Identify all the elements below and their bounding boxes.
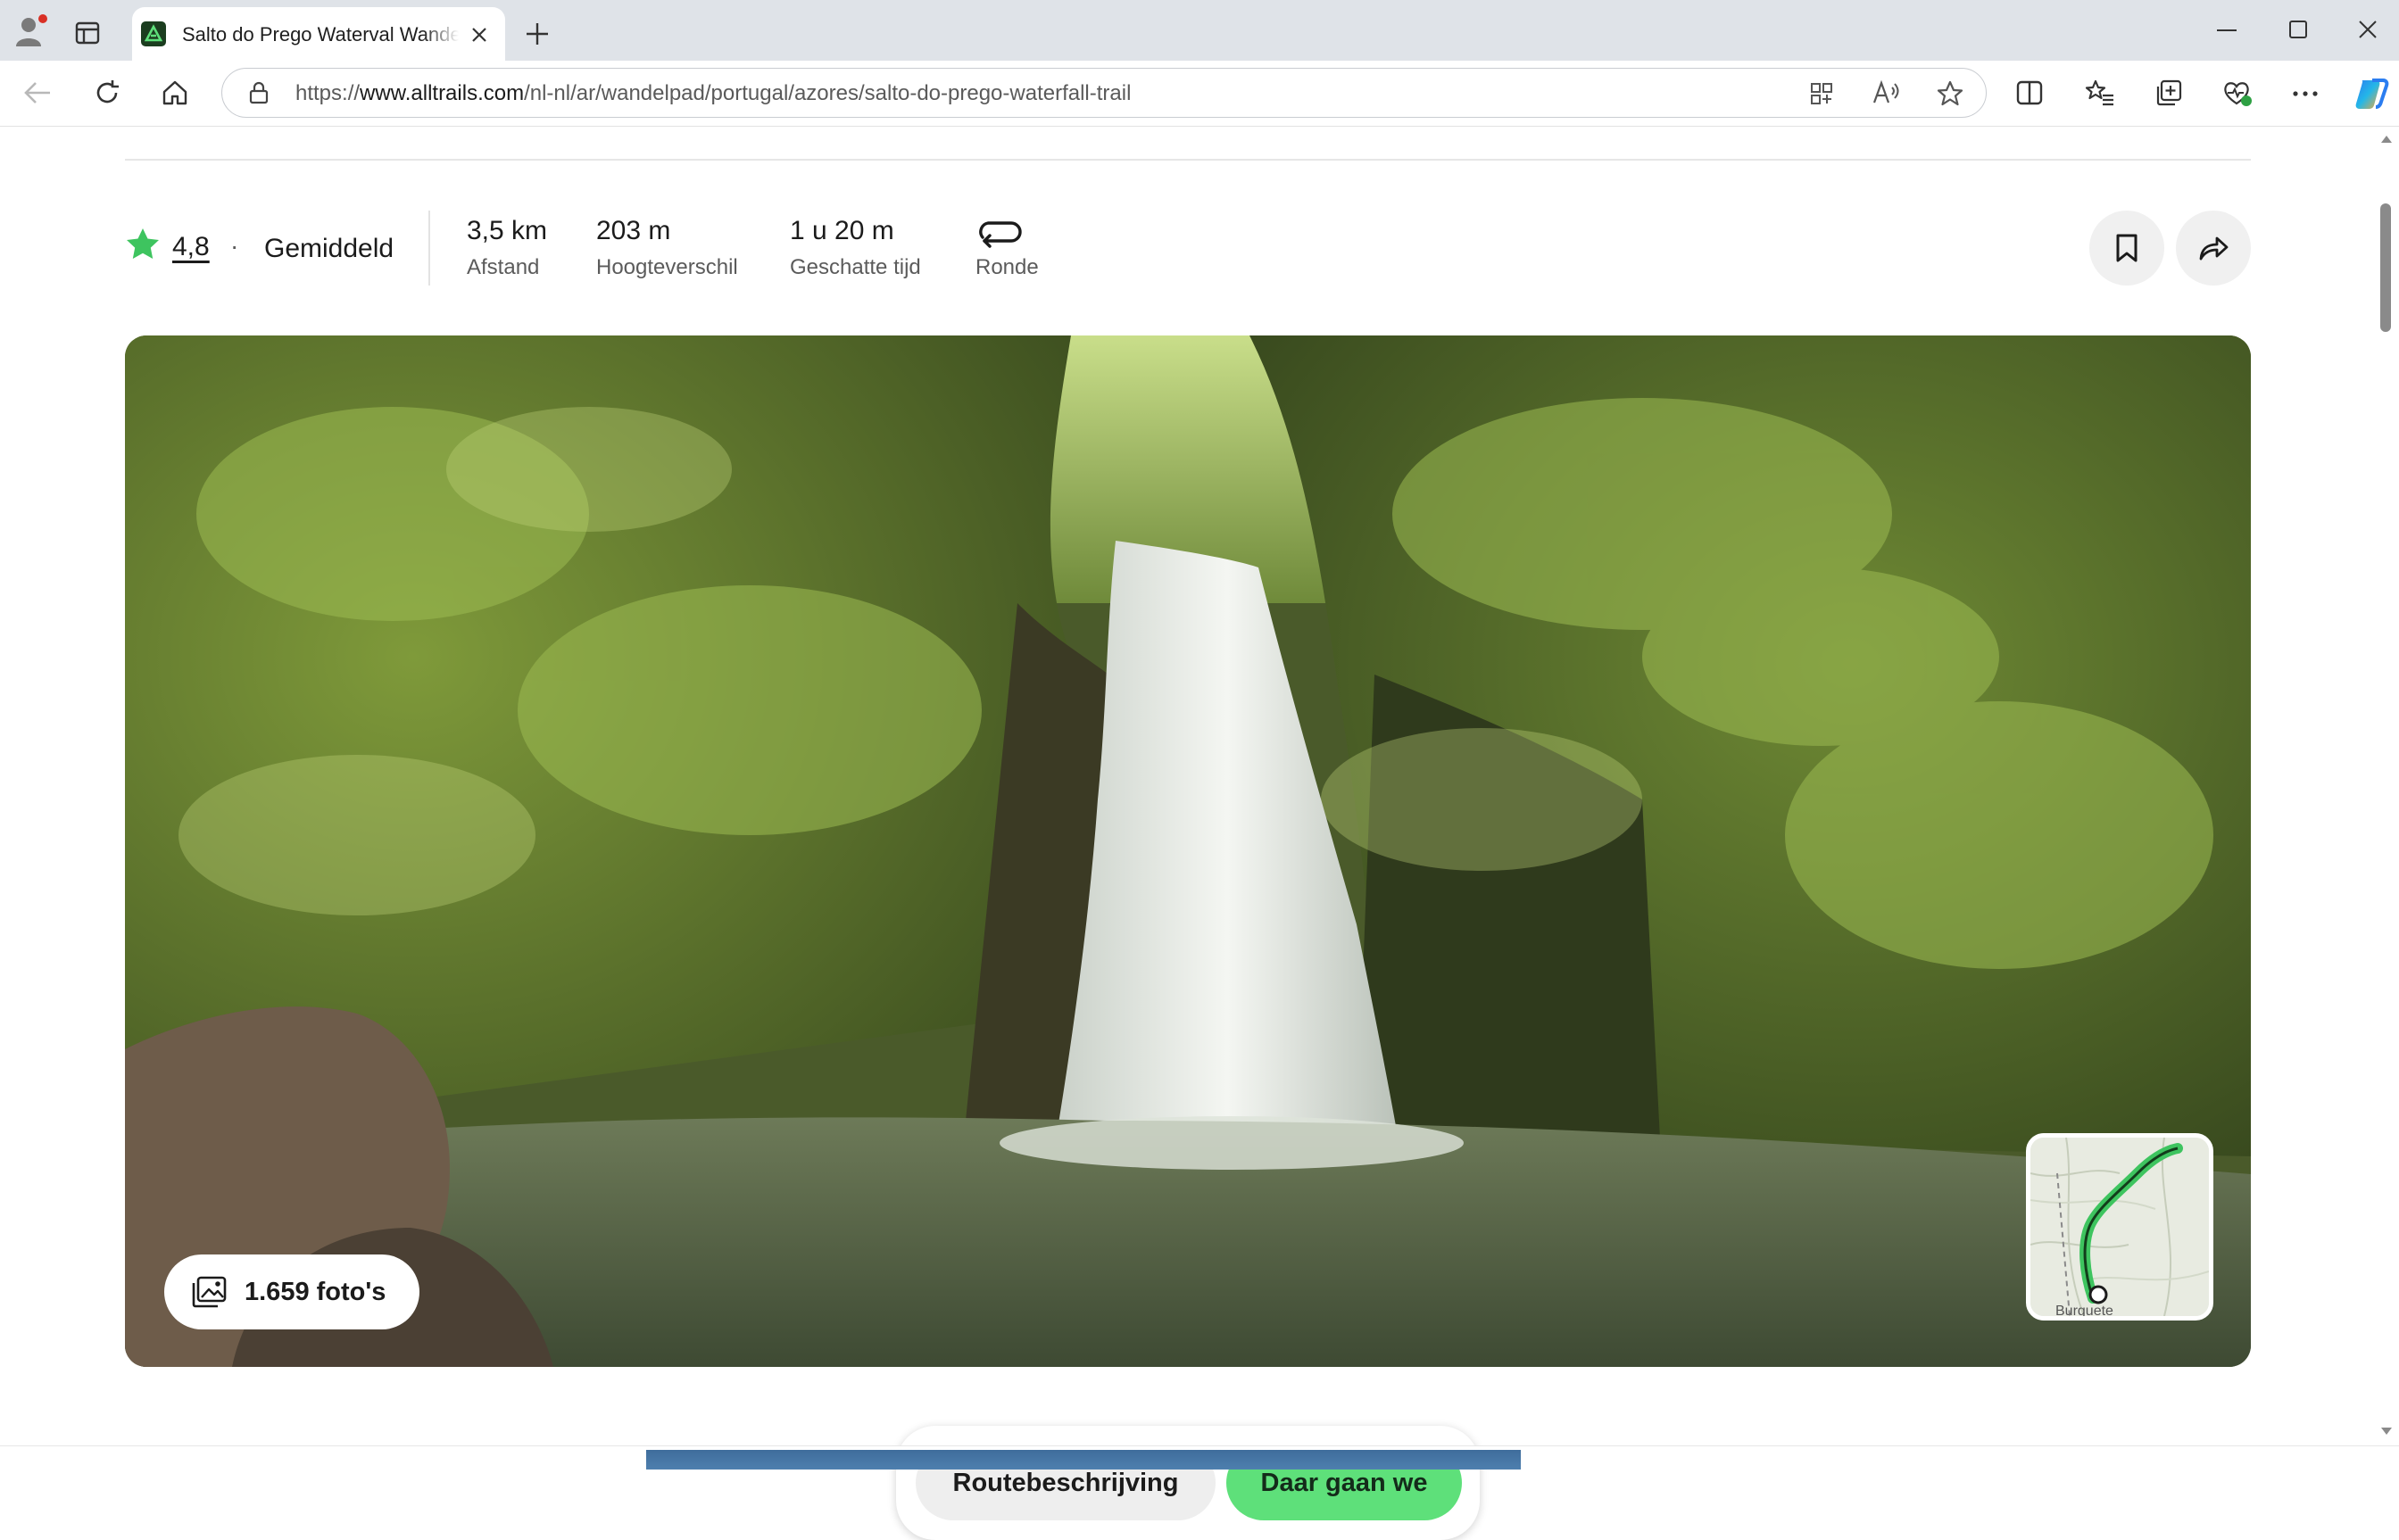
url-protocol: https://	[295, 81, 361, 105]
trail-hero-photo[interactable]: 1.659 foto's Burguete	[125, 335, 2251, 1367]
next-section-peek	[0, 1445, 2399, 1470]
home-icon[interactable]	[161, 79, 189, 107]
close-window-icon[interactable]	[2358, 20, 2378, 39]
favorite-star-icon[interactable]	[1936, 79, 1964, 108]
scroll-up-icon[interactable]	[2381, 136, 2392, 143]
favorites-icon[interactable]	[2085, 79, 2115, 107]
next-section-image	[646, 1450, 1521, 1470]
share-button[interactable]	[2176, 211, 2251, 286]
new-tab-icon[interactable]	[525, 21, 550, 46]
distance-label: Afstand	[467, 255, 540, 279]
photos-button[interactable]: 1.659 foto's	[164, 1254, 419, 1329]
url-path: /nl-nl/ar/wandelpad/portugal/azores/salt…	[524, 81, 1132, 105]
time-value: 1 u 20 m	[790, 216, 894, 245]
read-aloud-icon[interactable]	[1872, 79, 1900, 106]
elevation-value: 203 m	[596, 216, 671, 245]
more-icon[interactable]	[2292, 91, 2319, 96]
stats-divider	[428, 211, 430, 286]
rating-separator: ·	[230, 232, 239, 260]
profile-icon[interactable]	[12, 12, 48, 48]
url-text[interactable]: https://www.alltrails.com/nl-nl/ar/wande…	[295, 81, 1131, 106]
image-gallery-icon	[191, 1276, 227, 1308]
loop-route-icon	[975, 219, 1024, 248]
photos-count-label: 1.659 foto's	[245, 1277, 386, 1306]
scroll-thumb[interactable]	[2380, 203, 2391, 332]
active-tab[interactable]: Salto do Prego Waterval Wandelroute	[132, 7, 505, 62]
elevation-label: Hoogteverschil	[596, 255, 738, 279]
address-bar[interactable]: https://www.alltrails.com/nl-nl/ar/wande…	[221, 68, 1987, 118]
distance-value: 3,5 km	[467, 216, 548, 245]
alltrails-favicon-icon	[141, 21, 166, 46]
page-content: 4,8 · Gemiddeld 3,5 km Afstand 203 m Hoo…	[0, 127, 2399, 1540]
scroll-down-icon[interactable]	[2381, 1428, 2392, 1435]
lock-icon[interactable]	[249, 81, 269, 104]
apps-icon[interactable]	[1809, 81, 1834, 106]
browser-essentials-icon[interactable]	[2222, 79, 2253, 107]
rating-value[interactable]: 4,8	[172, 232, 210, 262]
split-screen-icon[interactable]	[2015, 79, 2044, 107]
divider	[125, 159, 2251, 161]
waterfall-photo	[125, 335, 2251, 1367]
difficulty-label: Gemiddeld	[264, 234, 394, 263]
route-type-label: Ronde	[975, 255, 1039, 279]
refresh-icon[interactable]	[93, 79, 121, 107]
minimize-icon[interactable]	[2217, 29, 2237, 32]
share-arrow-icon	[2197, 235, 2229, 261]
browser-toolbar: https://www.alltrails.com/nl-nl/ar/wande…	[0, 61, 2399, 127]
close-tab-icon[interactable]	[471, 27, 487, 43]
minimap-place-label: Burguete	[2055, 1304, 2113, 1319]
tab-strip: Salto do Prego Waterval Wandelroute	[0, 0, 2399, 62]
bookmark-icon	[2114, 233, 2139, 263]
time-label: Geschatte tijd	[790, 255, 921, 279]
tab-title: Salto do Prego Waterval Wandelroute	[182, 23, 459, 46]
collections-icon[interactable]	[2154, 79, 2183, 107]
tab-actions-icon[interactable]	[75, 21, 100, 45]
maximize-icon[interactable]	[2288, 20, 2308, 39]
back-icon[interactable]	[23, 80, 52, 105]
url-host: www.alltrails.com	[360, 81, 525, 105]
save-button[interactable]	[2089, 211, 2164, 286]
trail-minimap[interactable]: Burguete	[2026, 1133, 2213, 1321]
page-scrollbar[interactable]	[2374, 127, 2399, 1445]
rating-star-icon	[125, 227, 161, 262]
cta-bar: Routebeschrijving Daar gaan we	[896, 1426, 1480, 1540]
copilot-icon[interactable]	[2353, 75, 2390, 112]
